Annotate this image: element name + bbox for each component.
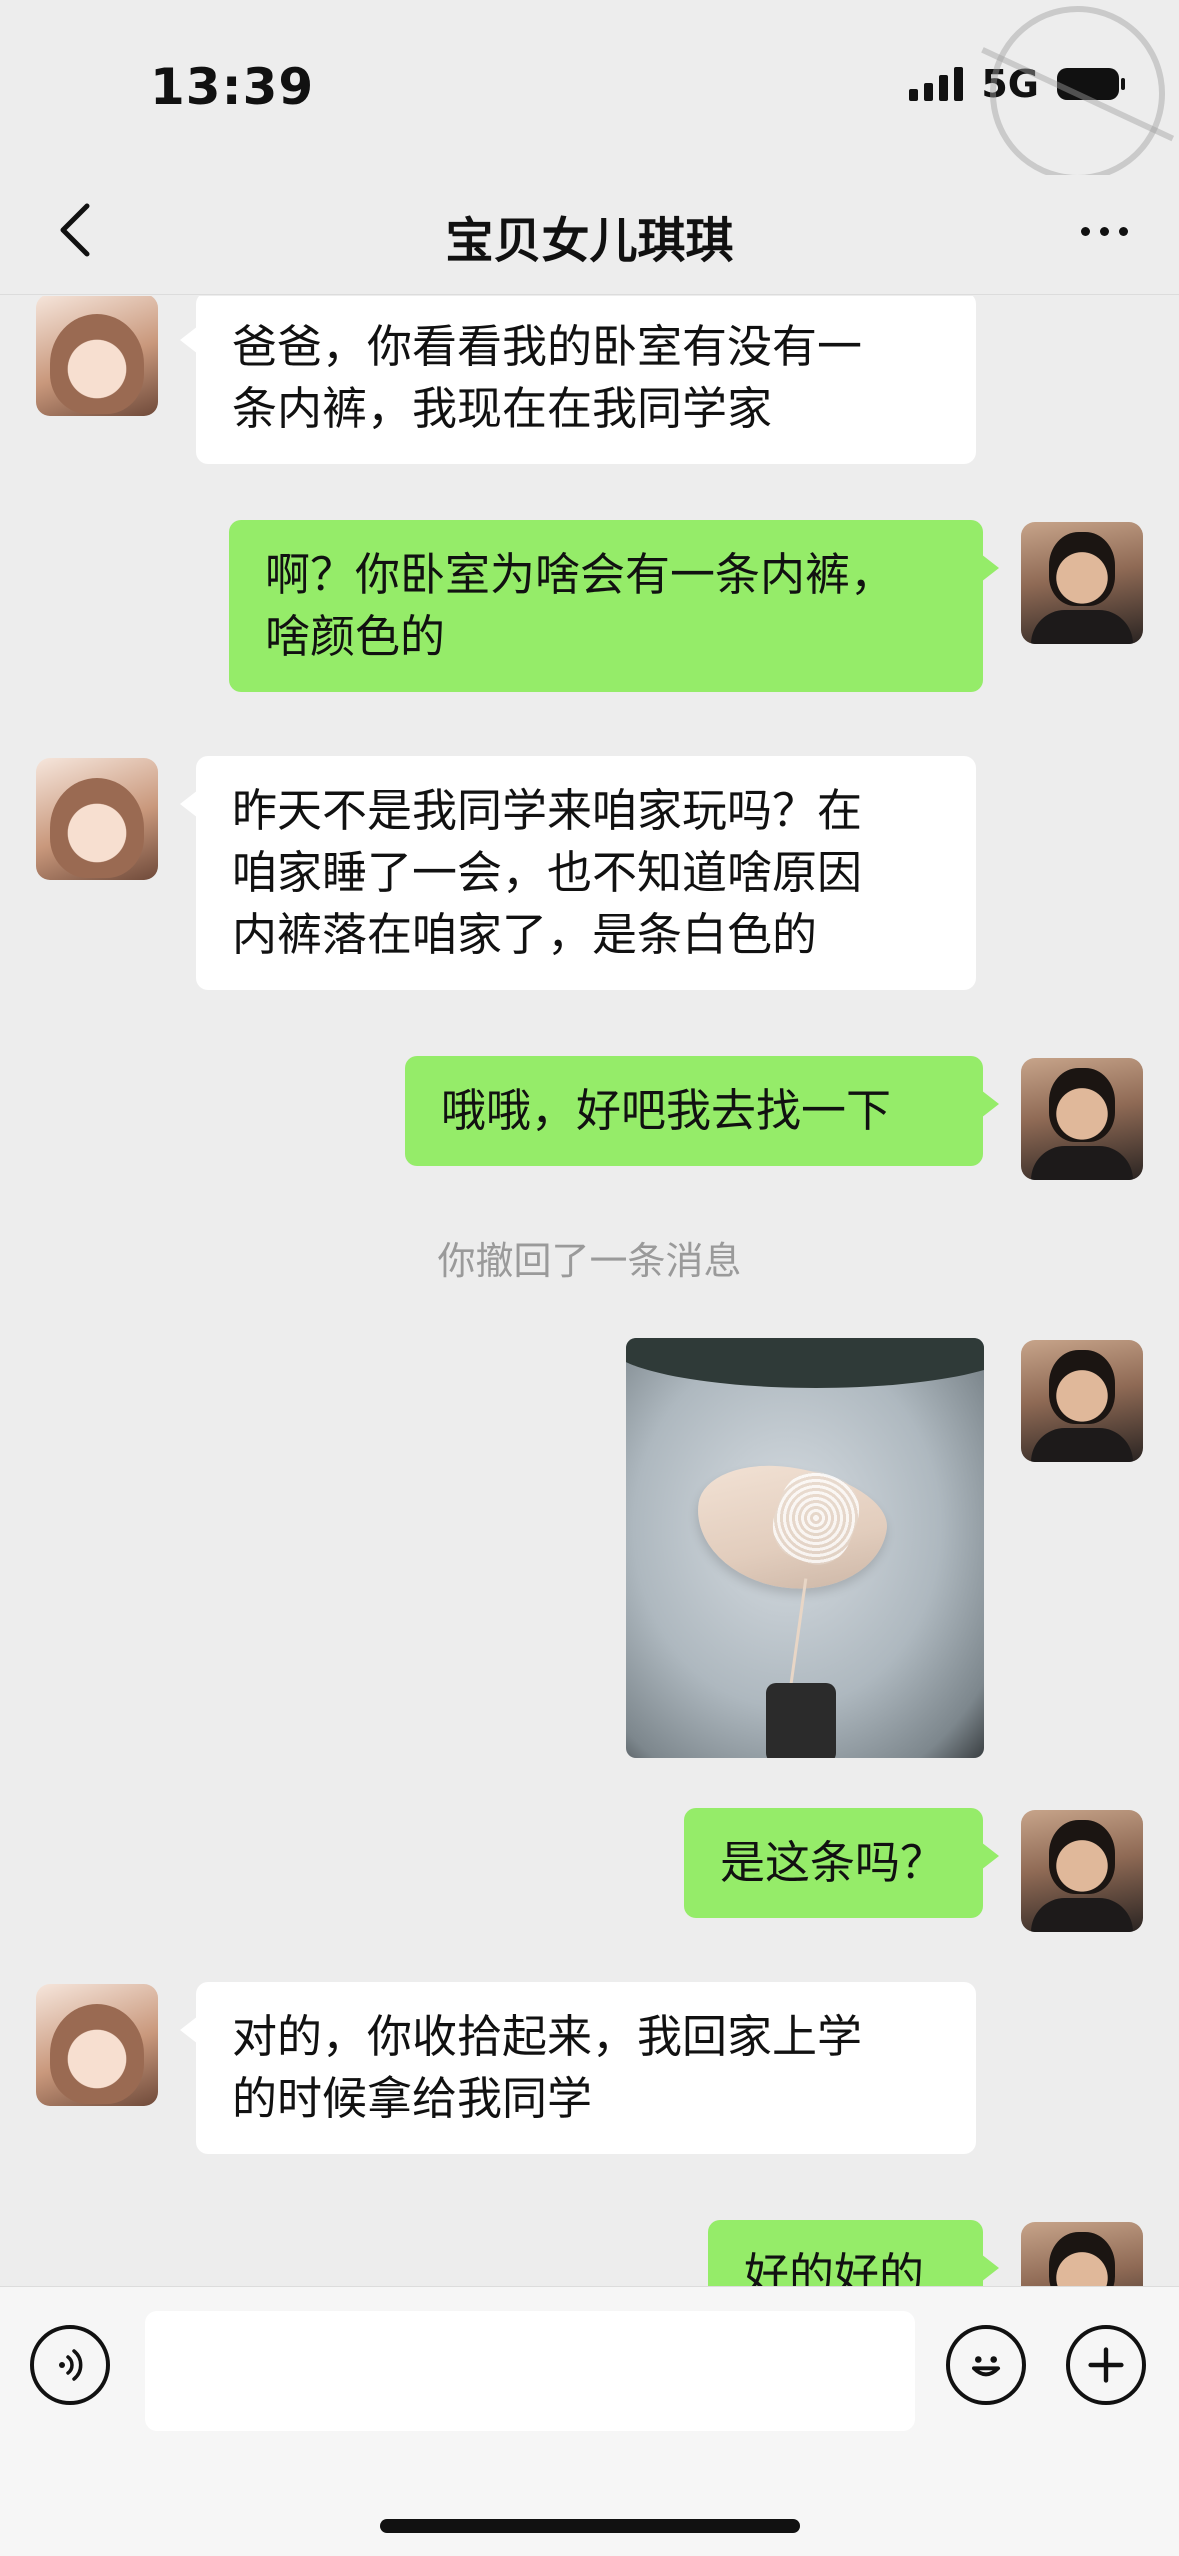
avatar-daughter[interactable]: [36, 1984, 158, 2106]
message-line: 是这条吗？: [720, 1836, 946, 1889]
voice-icon: [59, 2349, 83, 2381]
status-bar: 13:39 5G: [0, 0, 1179, 216]
chat-title: 宝贝女儿琪琪: [445, 213, 734, 269]
message-bubble-incoming[interactable]: 爸爸，你看看我的卧室有没有一 条内裤，我现在在我同学家: [180, 296, 976, 464]
message-line: 爸爸，你看看我的卧室有没有一: [232, 320, 863, 373]
avatar-daughter[interactable]: [36, 758, 158, 880]
avatar-me[interactable]: [1021, 2222, 1143, 2286]
chat-header: 宝贝女儿琪琪: [0, 175, 1179, 295]
message-line: 内裤落在咱家了，是条白色的: [232, 908, 818, 961]
avatar-me[interactable]: [1021, 1340, 1143, 1462]
message-line: 啥颜色的: [265, 610, 446, 663]
avatar-daughter[interactable]: [36, 296, 158, 416]
more-icon: [1080, 226, 1090, 236]
message-line: 啊？你卧室为啥会有一条内裤，: [265, 548, 896, 601]
recall-notice: 你撤回了一条消息: [437, 1239, 742, 1283]
message-line: 条内裤，我现在在我同学家: [232, 382, 773, 435]
plus-button[interactable]: [1066, 2325, 1146, 2405]
image-message[interactable]: [626, 1338, 984, 1758]
message-line: 咱家睡了一会，也不知道啥原因: [232, 846, 863, 899]
message-bubble-outgoing[interactable]: 好的好的: [708, 2220, 999, 2286]
avatar-me[interactable]: [1021, 1810, 1143, 1932]
message-input[interactable]: [145, 2311, 915, 2431]
message-bubble-outgoing[interactable]: 啊？你卧室为啥会有一条内裤， 啥颜色的: [229, 520, 999, 692]
message-line: 的时候拿给我同学: [232, 2072, 593, 2125]
message-bubble-incoming[interactable]: 对的，你收拾起来，我回家上学 的时候拿给我同学: [180, 1982, 976, 2154]
status-time: 13:39: [150, 58, 315, 116]
message-bubble-outgoing[interactable]: 是这条吗？: [684, 1808, 999, 1918]
message-line: 哦哦，好吧我去找一下: [441, 1084, 892, 1137]
message-bubble-outgoing[interactable]: 哦哦，好吧我去找一下: [405, 1056, 999, 1166]
message-line: 好的好的: [744, 2248, 925, 2286]
signal-icon: [909, 67, 964, 101]
home-indicator: [380, 2519, 800, 2533]
message-line: 昨天不是我同学来咱家玩吗？在: [232, 784, 863, 837]
avatar-me[interactable]: [1021, 522, 1143, 644]
plus-icon: [1088, 2347, 1124, 2383]
more-button[interactable]: [1069, 211, 1139, 251]
avatar-me[interactable]: [1021, 1058, 1143, 1180]
message-bubble-incoming[interactable]: 昨天不是我同学来咱家玩吗？在 咱家睡了一会，也不知道啥原因 内裤落在咱家了，是条…: [180, 756, 976, 990]
chat-messages[interactable]: 爸爸，你看看我的卧室有没有一 条内裤，我现在在我同学家 啊？你卧室为啥会有一条内…: [0, 296, 1179, 2286]
emoji-icon: [971, 2356, 1001, 2377]
input-bar: [0, 2286, 1179, 2556]
message-line: 对的，你收拾起来，我回家上学: [232, 2010, 863, 2063]
emoji-button[interactable]: [946, 2325, 1026, 2405]
voice-button[interactable]: [30, 2325, 110, 2405]
